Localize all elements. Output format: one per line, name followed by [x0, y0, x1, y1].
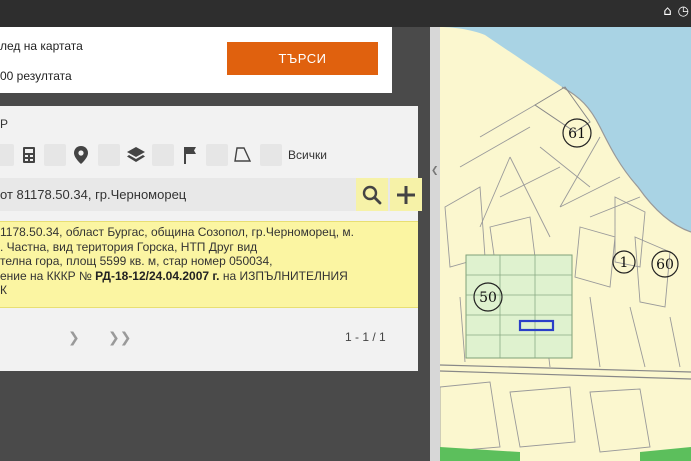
result-text: на ИЗПЪЛНИТЕЛНИЯ [222, 268, 348, 283]
result-line: телна гора, площ 5599 кв. м, стар номер … [0, 254, 273, 269]
filter-checkbox[interactable] [152, 144, 174, 166]
topbar-icons: ⌂ ◷ [663, 5, 689, 19]
map-view[interactable]: 61 1 60 50 [440, 27, 691, 461]
filter-all-label: Всички [288, 148, 327, 162]
pin-icon [70, 144, 92, 166]
result-text: ение на КККР № [0, 268, 92, 283]
top-bar: ⌂ ◷ [0, 0, 691, 27]
order-number: РД-18-12/24.04.2007 г. [95, 268, 220, 283]
add-icon[interactable] [390, 178, 422, 211]
history-icon[interactable]: ◷ [678, 5, 689, 19]
query-text: от 81178.50.34, гр.Черноморец [0, 187, 187, 202]
result-line: К [0, 283, 7, 298]
home-icon[interactable]: ⌂ [663, 5, 671, 19]
next-page-icon[interactable]: ❯ [68, 330, 80, 346]
collapse-handle-icon[interactable]: ❮ [431, 165, 439, 176]
flag-icon [179, 144, 201, 166]
filter-checkbox[interactable] [0, 144, 14, 166]
last-page-icon[interactable]: ❯❯ [108, 330, 131, 346]
map-label: 60 [656, 257, 674, 273]
result-line: . Частна, вид територия Горска, НТП Друг… [0, 239, 258, 254]
page-count: 1 - 1 / 1 [345, 330, 386, 344]
search-option-map[interactable]: лед на картата [0, 39, 83, 53]
panel-divider[interactable]: ❮ [430, 27, 440, 461]
result-line: ение на КККР № РД-18-12/24.04.2007 г. на… [0, 269, 418, 284]
map-label: 50 [479, 290, 497, 306]
filter-checkbox[interactable] [206, 144, 228, 166]
filter-checkbox[interactable] [44, 144, 66, 166]
filter-bar: Всички [0, 142, 418, 168]
cadastral-map[interactable]: 61 1 60 50 [440, 27, 691, 461]
search-icon[interactable] [356, 178, 388, 211]
results-header: Р [0, 117, 9, 131]
map-label: 61 [568, 126, 586, 142]
search-box: лед на картата 00 резултата ТЪРСИ [0, 27, 392, 93]
layers-icon [125, 144, 147, 166]
pagination: ❯ ❯❯ 1 - 1 / 1 [0, 322, 418, 352]
search-button[interactable]: ТЪРСИ [227, 42, 378, 75]
search-option-results[interactable]: 00 резултата [0, 69, 72, 83]
filter-checkbox[interactable] [98, 144, 120, 166]
forest-parcel [465, 254, 573, 359]
result-line: 1178.50.34, област Бургас, община Созопо… [0, 225, 354, 239]
filter-checkbox-all[interactable] [260, 144, 282, 166]
result-card[interactable]: 1178.50.34, област Бургас, община Созопо… [0, 221, 418, 308]
map-label: 1 [620, 255, 629, 271]
query-row: от 81178.50.34, гр.Черноморец [0, 178, 422, 211]
area-icon [232, 144, 254, 166]
results-panel: Р Всички от 81178.50.34, гр.Черноморец 1… [0, 106, 422, 371]
building-icon [18, 144, 40, 166]
